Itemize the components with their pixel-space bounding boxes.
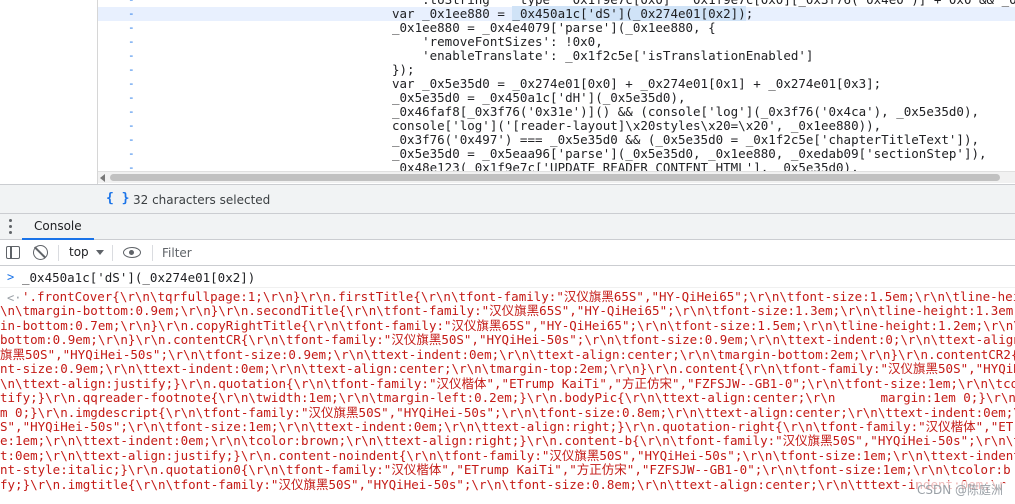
console-toolbar: top (0, 240, 1015, 266)
code-line[interactable]: - var _0x1ee880 = _0x450a1c['dS'](_0x274e… (98, 6, 1015, 21)
console-result-entry: <· '.frontCover{\r\n\tqrfullpage:1;\r\n}… (0, 288, 1015, 504)
result-line: bottom:0.9em;\r\n}\r\n.contentCR{\r\n\tf… (0, 333, 1015, 348)
context-selector[interactable]: top (69, 245, 89, 259)
console-log: > _0x450a1c['dS'](_0x274e01[0x2]) <· '.f… (0, 266, 1015, 504)
code-line[interactable]: - 'enableTranslate': _0x1f2c5e['isTransl… (98, 49, 1015, 63)
console-input-text[interactable]: _0x450a1c['dS'](_0x274e01[0x2]) (22, 270, 255, 285)
code-text: var _0x5e35d0 = _0x274e01[0x0] + _0x274e… (392, 76, 882, 91)
result-line: S","HYQiHei-50s";\r\n\tfont-size:1em;\r\… (0, 419, 1015, 434)
code-text: var _0x1ee880 = _0x450a1c['dS'](_0x274e0… (392, 6, 754, 21)
selected-expression[interactable]: _0x450a1c['dS'](_0x274e01[0x2]) (512, 6, 746, 21)
chevron-down-icon[interactable] (96, 250, 104, 255)
pretty-print-braces-icon[interactable]: { } (106, 191, 129, 206)
code-editor[interactable]: - .toString type 0x1f9e7c[0x0] 0x1f9e7c[… (98, 0, 1015, 171)
gutter-marker: - (128, 119, 135, 132)
source-viewer: - .toString type 0x1f9e7c[0x0] 0x1f9e7c[… (0, 0, 1015, 184)
result-line: m 0;}\r\n.imgdescript{\r\n\tfont-family:… (0, 405, 1015, 420)
code-text: console['log']('[reader-layout]\x20style… (392, 118, 882, 133)
code-text: 'enableTranslate': _0x1f2c5e['isTranslat… (392, 48, 814, 63)
gutter-marker: - (128, 77, 135, 90)
toolbar-divider (112, 245, 113, 261)
gutter-marker: - (128, 35, 135, 48)
code-text: _0x5e35d0 = _0x450a1c['dH'](_0x5e35d0), (392, 90, 686, 105)
gutter-marker: - (128, 91, 135, 104)
selection-status: 32 characters selected (133, 193, 271, 207)
watermark: CSDN @陈庭洲 (916, 481, 1003, 498)
result-string[interactable]: '.frontCover{\r\n\tqrfullpage:1;\r\n}\r\… (0, 290, 1015, 492)
code-text: _0x1ee880 = _0x4e4079['parse'](_0x1ee880… (392, 20, 716, 35)
code-text: _0x46faf8[_0x3f76('0x31e')]() && (consol… (392, 104, 979, 119)
drawer-tab-bar: Console (0, 214, 1015, 240)
code-text: _0x3f76('0x497') === _0x5e35d0 && (_0x5e… (392, 132, 979, 147)
toolbar-divider (152, 245, 153, 261)
horizontal-scrollbar[interactable] (98, 171, 1015, 183)
filter-input[interactable] (158, 243, 1015, 263)
result-line: \n\ttext-align:justify;}\r\n.quotation{\… (0, 376, 1015, 391)
code-text: }); (392, 62, 415, 77)
code-line[interactable]: - 'removeFontSizes': !0x0, (98, 35, 1015, 49)
input-prompt-icon: > (7, 270, 15, 284)
sidebar-toggle-icon[interactable] (6, 246, 20, 259)
code-line[interactable]: - console['log']('[reader-layout]\x20styl… (98, 119, 1015, 133)
gutter-marker: - (128, 105, 135, 118)
gutter-marker: - (128, 147, 135, 160)
tab-console[interactable]: Console (22, 214, 94, 240)
result-line: t:0em;\r\n\ttext-align:justify;}\r\n.con… (0, 448, 1015, 463)
result-line: nt-style:italic;}\r\n.quotation0{\r\n\tf… (0, 463, 1011, 478)
code-line[interactable]: - var _0x5e35d0 = _0x274e01[0x0] + _0x274… (98, 77, 1015, 91)
result-line: fy;}\r\n.imgtitle{\r\n\tfont-family:"汉仪旗… (0, 477, 1006, 492)
gutter-marker: - (128, 161, 135, 171)
code-text: 'removeFontSizes': !0x0, (392, 34, 603, 49)
result-line: nt-size:0.9em;\r\n\ttext-indent:0em;\r\n… (0, 362, 1015, 377)
line-gutter (0, 0, 97, 184)
result-line: tify;}\r\n.qqreader-footnote{\r\n\twidth… (0, 391, 1015, 406)
gutter-marker: - (128, 133, 135, 146)
code-line[interactable]: - _0x3f76('0x497') === _0x5e35d0 && (_0x5… (98, 133, 1015, 147)
code-line[interactable]: - _0x5e35d0 = _0x5eaa96['parse'](_0x5e35d… (98, 147, 1015, 161)
console-input-entry: > _0x450a1c['dS'](_0x274e01[0x2]) (0, 266, 1015, 288)
kebab-menu-icon[interactable] (9, 219, 13, 235)
code-line[interactable]: - _0x46faf8[_0x3f76('0x31e')]() && (conso… (98, 105, 1015, 119)
code-text: _0x5e35d0 = _0x5eaa96['parse'](_0x5e35d0… (392, 146, 987, 161)
result-line: e:1em;\r\n\ttext-indent:0em;\r\n\tcolor:… (0, 434, 1015, 449)
clear-console-icon[interactable] (33, 245, 48, 260)
code-line[interactable]: - _0x48e123(_0x1f9e7c['UPDATE_READER_CONT… (98, 160, 1015, 172)
code-text: _0x48e123(_0x1f9e7c['UPDATE_READER_CONTE… (392, 160, 859, 172)
code-line[interactable]: - _0x1ee880 = _0x4e4079['parse'](_0x1ee88… (98, 21, 1015, 35)
code-line[interactable]: -}); (98, 63, 1015, 77)
gutter-marker: - (128, 49, 135, 62)
result-line: \n\tmargin-bottom:0.9em;\r\n}\r\n.second… (0, 304, 1015, 319)
gutter-marker: - (128, 21, 135, 34)
source-status-bar: { } 32 characters selected (0, 184, 1015, 214)
scrollbar-thumb[interactable] (110, 174, 1000, 181)
scroll-left-arrow-icon[interactable] (100, 174, 105, 182)
toolbar-divider (58, 245, 59, 261)
result-line: '.frontCover{\r\n\tqrfullpage:1;\r\n}\r\… (22, 290, 1015, 304)
gutter-marker: - (128, 0, 135, 7)
gutter-marker: - (128, 7, 135, 20)
code-line[interactable]: - _0x5e35d0 = _0x450a1c['dH'](_0x5e35d0), (98, 91, 1015, 105)
gutter-marker: - (128, 63, 135, 76)
result-line: in-bottom:0.7em;\r\n}\r\n.copyRightTitle… (0, 318, 1015, 333)
live-expression-eye-icon[interactable] (123, 247, 141, 258)
result-line: 旗黑50S","HYQiHei-50s";\r\n\tfont-size:0.9… (0, 347, 1015, 362)
